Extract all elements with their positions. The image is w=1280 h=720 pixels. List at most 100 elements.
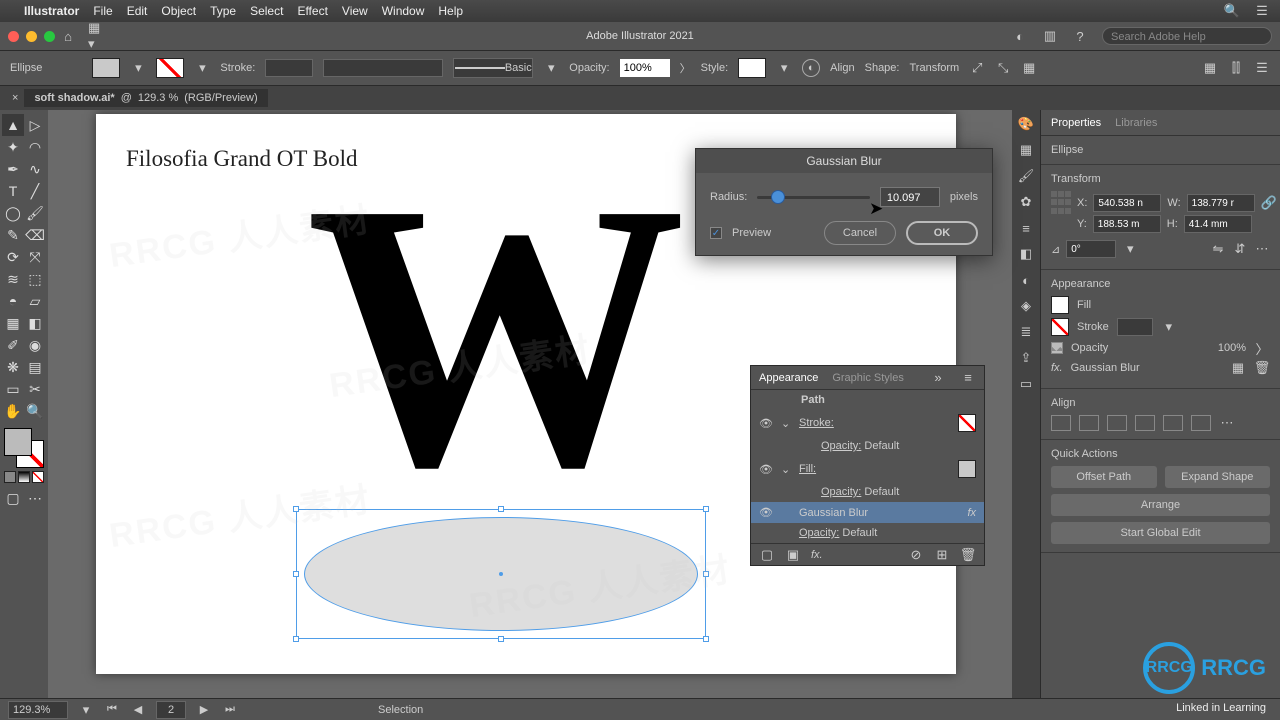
stroke-weight-dd[interactable] [1117, 318, 1153, 336]
y-input[interactable]: 188.53 m [1093, 215, 1161, 233]
stroke-panel-icon[interactable]: ≡ [1018, 220, 1034, 236]
radius-slider[interactable] [757, 196, 870, 199]
help-icon[interactable]: ? [1072, 28, 1088, 44]
variable-width-profile[interactable] [323, 59, 443, 77]
stroke-swatch[interactable] [958, 414, 976, 432]
close-doc-icon[interactable]: × [6, 92, 24, 104]
home-icon[interactable]: ⌂ [60, 28, 76, 44]
opacity-input[interactable]: 100% [620, 59, 670, 77]
ok-button[interactable]: OK [906, 221, 978, 245]
add-effect-icon[interactable]: fx. [811, 549, 823, 561]
menu-window[interactable]: Window [382, 4, 425, 18]
gradient-panel-icon[interactable]: ◧ [1018, 246, 1034, 262]
cloud-sync-icon[interactable]: ◐ [1012, 28, 1028, 44]
visibility-icon[interactable]: 👁 [759, 506, 773, 519]
document-tab[interactable]: soft shadow.ai* @ 129.3 % (RGB/Preview) [24, 89, 267, 107]
isolate-icon[interactable]: ⤢ [969, 60, 985, 76]
swatches-panel-icon[interactable]: ▦ [1018, 142, 1034, 158]
rotate-tool-icon[interactable]: ⟳ [2, 246, 24, 268]
paintbrush-tool-icon[interactable]: 🖌 [24, 202, 46, 224]
first-artboard-icon[interactable]: ⏮ [104, 703, 120, 716]
delete-effect-icon[interactable]: 🗑 [1254, 360, 1270, 376]
flip-h-icon[interactable]: ⇋ [1210, 241, 1226, 257]
cancel-button[interactable]: Cancel [824, 221, 896, 245]
align-buttons[interactable]: ⋯ [1051, 415, 1270, 431]
align-vcenter-icon[interactable] [1163, 415, 1183, 431]
eyedropper-tool-icon[interactable]: ✐ [2, 334, 24, 356]
align-more-icon[interactable]: ⋯ [1219, 415, 1235, 431]
reference-point-grid[interactable] [1051, 191, 1071, 215]
curvature-tool-icon[interactable]: ∿ [24, 158, 46, 180]
gradient-tool-icon[interactable]: ◧ [24, 312, 46, 334]
radius-input[interactable]: 10.097 [880, 187, 940, 207]
menu-type[interactable]: Type [210, 4, 236, 18]
zoom-input[interactable]: 129.3% [8, 701, 68, 719]
selection-tool-icon[interactable]: ▲ [2, 114, 24, 136]
recolor-icon[interactable]: ◐ [802, 59, 820, 77]
fill-swatch[interactable] [92, 58, 120, 78]
opacity-row[interactable]: Opacity: [799, 527, 839, 539]
symbol-sprayer-tool-icon[interactable]: ❋ [2, 356, 24, 378]
start-global-edit-button[interactable]: Start Global Edit [1051, 522, 1270, 544]
search-icon[interactable]: 🔍 [1224, 3, 1240, 19]
delete-icon[interactable]: 🗑 [960, 547, 976, 563]
collapse-icon[interactable]: » [930, 370, 946, 386]
x-input[interactable]: 540.538 n [1093, 194, 1161, 212]
slider-thumb[interactable] [771, 190, 785, 204]
graphic-style-swatch[interactable] [738, 58, 766, 78]
isolate2-icon[interactable]: ⤡ [995, 60, 1011, 76]
menu-help[interactable]: Help [438, 4, 463, 18]
layers-panel-icon[interactable]: ≣ [1018, 324, 1034, 340]
selected-ellipse[interactable] [296, 509, 706, 639]
menu-select[interactable]: Select [250, 4, 283, 18]
slice-tool-icon[interactable]: ✂ [24, 378, 46, 400]
menu-object[interactable]: Object [161, 4, 196, 18]
brushes-panel-icon[interactable]: 🖌 [1018, 168, 1034, 184]
fill-row[interactable]: Fill: [799, 463, 816, 475]
crop-icon[interactable]: ▦ [1021, 60, 1037, 76]
artboard-number-input[interactable]: 2 [156, 701, 186, 719]
blend-tool-icon[interactable]: ◉ [24, 334, 46, 356]
shape-link[interactable]: Shape: [865, 62, 900, 74]
add-effect-icon[interactable]: ▦ [1230, 360, 1246, 376]
direct-selection-tool-icon[interactable]: ▷ [24, 114, 46, 136]
graph-tool-icon[interactable]: ▤ [24, 356, 46, 378]
opacity-row[interactable]: Opacity: [821, 440, 861, 452]
color-panel-icon[interactable]: 🎨 [1018, 116, 1034, 132]
arrange-button[interactable]: Arrange [1051, 494, 1270, 516]
panel-menu-icon[interactable]: ≡ [960, 370, 976, 386]
new-stroke-icon[interactable]: ▢ [759, 547, 775, 563]
align-link[interactable]: Align [830, 62, 854, 74]
screen-mode-icon[interactable]: ▢ [2, 487, 24, 509]
prev-artboard-icon[interactable]: ◀ [130, 703, 146, 716]
opacity-row[interactable]: Opacity: [821, 486, 861, 498]
fill-swatch[interactable] [958, 460, 976, 478]
ellipse-tool-icon[interactable]: ◯ [2, 202, 24, 224]
brush-definition[interactable]: Basic [453, 58, 533, 78]
edit-toolbar-icon[interactable]: ⋯ [24, 487, 46, 509]
lasso-tool-icon[interactable]: ◠ [24, 136, 46, 158]
asset-export-panel-icon[interactable]: ⇪ [1018, 350, 1034, 366]
w-input[interactable]: 138.779 r [1187, 194, 1255, 212]
tab-libraries[interactable]: Libraries [1115, 117, 1157, 129]
scale-tool-icon[interactable]: ⤧ [24, 246, 46, 268]
type-tool-icon[interactable]: T [2, 180, 24, 202]
app-menu[interactable]: Illustrator [24, 4, 79, 18]
gaussian-blur-dialog[interactable]: Gaussian Blur Radius: 10.097 pixels ✓ Pr… [695, 148, 993, 256]
eraser-tool-icon[interactable]: ⌫ [24, 224, 46, 246]
expand-shape-button[interactable]: Expand Shape [1165, 466, 1271, 488]
hand-tool-icon[interactable]: ✋ [2, 400, 24, 422]
gaussian-blur-row[interactable]: Gaussian Blur [799, 507, 959, 519]
expand-icon[interactable]: ⌄ [781, 463, 791, 476]
appearance-panel-icon[interactable]: ◈ [1018, 298, 1034, 314]
link-wh-icon[interactable]: 🔗 [1261, 195, 1277, 211]
menu-file[interactable]: File [93, 4, 112, 18]
magic-wand-tool-icon[interactable]: ✦ [2, 136, 24, 158]
search-help-input[interactable]: Search Adobe Help [1102, 27, 1272, 45]
align-top-icon[interactable] [1135, 415, 1155, 431]
tab-appearance[interactable]: Appearance [759, 372, 818, 384]
mesh-tool-icon[interactable]: ▦ [2, 312, 24, 334]
new-fill-icon[interactable]: ▣ [785, 547, 801, 563]
arrange-docs-icon[interactable]: ▥ [1042, 28, 1058, 44]
width-tool-icon[interactable]: ≋ [2, 268, 24, 290]
